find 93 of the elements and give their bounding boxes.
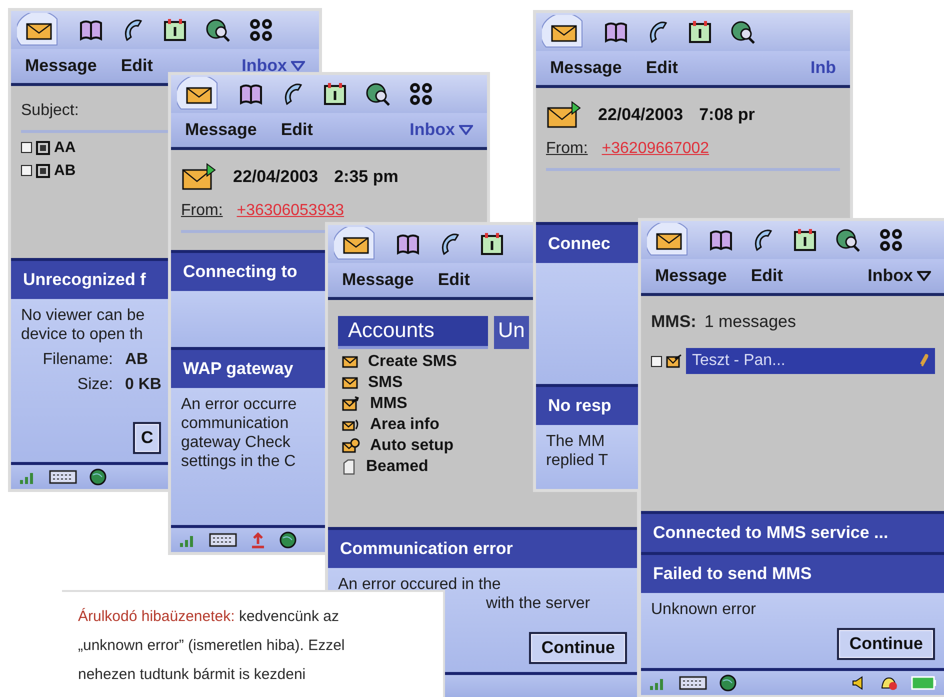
paperclip-icon xyxy=(919,354,929,368)
dropdown-arrow-icon xyxy=(291,61,305,71)
document-icon xyxy=(342,458,356,474)
globe-search-icon[interactable] xyxy=(205,18,231,42)
message-time: 7:08 pr xyxy=(699,105,755,125)
folder-dropdown[interactable]: Inbox xyxy=(242,56,305,76)
message-time: 2:35 pm xyxy=(334,167,398,187)
book-icon[interactable] xyxy=(709,229,733,251)
menu-item[interactable]: Edit xyxy=(750,266,783,286)
dialog-title: Failed to send MMS xyxy=(641,552,944,593)
folder-dropdown[interactable]: Inb xyxy=(810,58,836,78)
from-label: From: xyxy=(181,202,223,220)
dialog-text: gateway Check xyxy=(181,434,290,452)
dialog-text: replied T xyxy=(546,452,608,470)
book-icon[interactable] xyxy=(396,233,420,255)
field-value: 0 KB xyxy=(125,376,162,394)
folder-item[interactable]: MMS xyxy=(370,395,408,412)
dialog-text: The MM xyxy=(546,433,605,451)
file-name[interactable]: AB xyxy=(54,162,76,179)
file-icon xyxy=(36,164,50,178)
globe-icon[interactable] xyxy=(89,468,107,486)
upload-arrow-icon[interactable] xyxy=(249,531,267,549)
envelope-icon xyxy=(342,376,358,390)
folder-dropdown[interactable]: Inbox xyxy=(410,120,473,140)
menu-item[interactable]: Edit xyxy=(646,58,678,78)
message-row[interactable]: Teszt - Pan... xyxy=(686,348,935,374)
folder-item[interactable]: Auto setup xyxy=(370,437,454,454)
menu-item[interactable]: Message xyxy=(655,266,727,286)
alarm-icon[interactable] xyxy=(879,675,899,691)
globe-search-icon[interactable] xyxy=(365,82,391,106)
from-label: From: xyxy=(546,140,588,158)
checkbox[interactable] xyxy=(21,142,32,153)
book-icon[interactable] xyxy=(79,19,103,41)
calendar-icon[interactable] xyxy=(163,18,187,42)
menu-item[interactable]: Message xyxy=(550,58,622,78)
field-label: Filename: xyxy=(42,351,113,369)
dialog-text: device to open th xyxy=(21,326,143,344)
globe-search-icon[interactable] xyxy=(835,228,861,252)
menu-item[interactable]: Message xyxy=(25,56,97,76)
menu-item[interactable]: Edit xyxy=(120,56,153,76)
keyboard-icon[interactable] xyxy=(49,469,77,485)
globe-search-icon[interactable] xyxy=(730,20,756,44)
globe-icon[interactable] xyxy=(279,531,297,549)
dialog-title: Communication error xyxy=(328,527,637,568)
message-count: MMS: 1 messages xyxy=(651,311,797,333)
file-icon xyxy=(36,140,50,154)
envelope-icon xyxy=(342,354,358,368)
calendar-icon[interactable] xyxy=(480,232,504,256)
keyboard-icon[interactable] xyxy=(679,675,707,691)
dialog-text: An error occurre xyxy=(181,396,297,414)
continue-button[interactable]: Continue xyxy=(837,628,935,660)
message-date: 22/04/2003 xyxy=(233,167,318,187)
globe-icon[interactable] xyxy=(719,674,737,692)
checkbox[interactable] xyxy=(651,356,662,366)
envelope-arrow-icon xyxy=(546,100,582,130)
envelope-gear-icon xyxy=(342,438,360,454)
battery-icon xyxy=(911,676,937,690)
field-label: Size: xyxy=(76,376,113,394)
folder-item[interactable]: Create SMS xyxy=(368,353,457,370)
apps-grid-icon[interactable] xyxy=(409,82,433,106)
folder-tab[interactable]: Accounts xyxy=(338,316,488,349)
dialog-text: with the server xyxy=(486,595,590,613)
message-date: 22/04/2003 xyxy=(598,105,684,125)
dialog-text: settings in the C xyxy=(181,453,296,471)
folder-tab[interactable]: Un xyxy=(494,316,529,349)
envelope-arrow-icon xyxy=(181,162,217,192)
book-icon[interactable] xyxy=(239,83,263,105)
field-value: AB xyxy=(125,351,148,369)
dialog-text: communication xyxy=(181,415,289,433)
calendar-icon[interactable] xyxy=(793,228,817,252)
menu-item[interactable]: Edit xyxy=(438,270,470,290)
dropdown-arrow-icon xyxy=(459,125,473,135)
file-name[interactable]: AA xyxy=(54,139,76,156)
folder-item[interactable]: Beamed xyxy=(366,458,428,475)
checkbox[interactable] xyxy=(21,165,32,176)
keyboard-icon[interactable] xyxy=(209,532,237,548)
continue-button[interactable]: Continue xyxy=(529,632,627,664)
book-icon[interactable] xyxy=(604,21,628,43)
folder-item[interactable]: Area info xyxy=(370,416,440,433)
calendar-icon[interactable] xyxy=(323,82,347,106)
caption-text: Árulkodó hibaüzenetek: kedvencünk az „unknown error” (ismeretlen hiba). Ezzel nehezen tudtunk bármit is kezdeni xyxy=(62,590,445,697)
envelope-broadcast-icon xyxy=(342,418,360,432)
dialog-title: Connected to MMS service ... xyxy=(641,511,944,552)
folder-item[interactable]: SMS xyxy=(368,374,403,391)
menu-item[interactable]: Message xyxy=(342,270,414,290)
dialog-text: Unknown error xyxy=(651,601,756,619)
dialog-text: No viewer can be xyxy=(21,307,145,325)
apps-grid-icon[interactable] xyxy=(879,228,903,252)
continue-button[interactable]: C xyxy=(133,422,162,454)
folder-dropdown[interactable]: Inbox xyxy=(868,266,931,286)
apps-grid-icon[interactable] xyxy=(249,18,273,42)
dropdown-arrow-icon xyxy=(917,271,931,281)
calendar-icon[interactable] xyxy=(688,20,712,44)
